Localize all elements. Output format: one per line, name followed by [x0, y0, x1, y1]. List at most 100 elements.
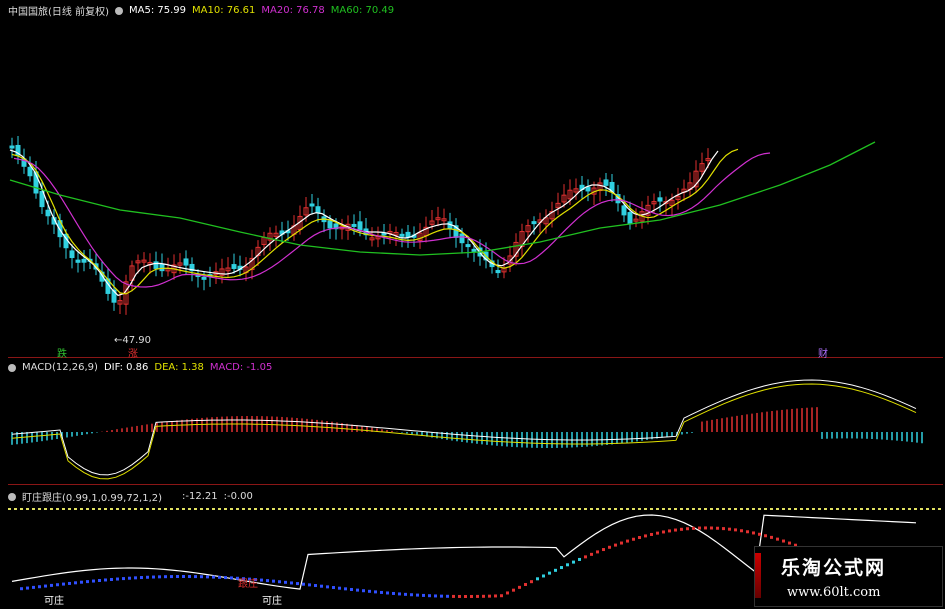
- dingzhuang-dot: [296, 582, 299, 586]
- dingzhuang-dot: [68, 581, 71, 585]
- dingzhuang-dot: [662, 530, 665, 534]
- dingzhuang-dot: [278, 580, 281, 584]
- candle-body: [9, 145, 15, 149]
- dingzhuang-dot: [32, 585, 35, 589]
- dingzhuang-dot: [680, 527, 683, 531]
- dingzhuang-dot: [770, 535, 773, 539]
- dingzhuang-dot: [170, 575, 173, 579]
- dingzhuang-dot: [80, 580, 83, 584]
- dingzhuang-dot: [494, 594, 497, 598]
- dingzhuang-dot: [632, 537, 635, 541]
- dingzhuang-dot: [500, 594, 503, 598]
- dingzhuang-dot: [668, 529, 671, 533]
- dingzhuang-dot: [260, 578, 263, 582]
- candle-body: [153, 261, 159, 269]
- dingzhuang-dot: [212, 575, 215, 579]
- dingzhuang-dot: [434, 594, 437, 598]
- dingzhuang-dot: [776, 537, 779, 541]
- dingzhuang-dot: [602, 548, 605, 552]
- dingzhuang-dot: [50, 583, 53, 587]
- dingzhuang-dot: [722, 527, 725, 531]
- dingzhuang-dot: [692, 526, 695, 530]
- candle-body: [495, 269, 501, 274]
- candle-body: [201, 276, 207, 280]
- dingzhuang-dot: [104, 578, 107, 582]
- candle-body: [27, 166, 33, 177]
- dingzhuang-dot: [110, 577, 113, 581]
- dingzhuang-dot: [56, 583, 59, 587]
- watermark-url: www.60lt.com: [787, 585, 881, 600]
- dingzhuang-dot: [362, 589, 365, 593]
- dingzhuang-dot: [302, 582, 305, 586]
- dingzhuang-dot: [128, 576, 131, 580]
- dingzhuang-dot: [374, 590, 377, 594]
- dingzhuang-dot: [410, 593, 413, 597]
- kezhuang-label-1: 可庄: [44, 596, 64, 607]
- dingzhuang-dot: [284, 580, 287, 584]
- dingzhuang-dot: [440, 594, 443, 598]
- genzhuang-label: 跟庄: [238, 579, 258, 590]
- dingzhuang-dot: [218, 575, 221, 579]
- dingzhuang-dot: [182, 575, 185, 579]
- dingzhuang-dot: [290, 581, 293, 585]
- dingzhuang-dot: [308, 583, 311, 587]
- dingzhuang-dot: [782, 539, 785, 543]
- candle-body: [627, 212, 633, 225]
- candle-body: [315, 206, 321, 214]
- kezhuang-label-2: 可庄: [262, 596, 282, 607]
- dingzhuang-dot: [578, 557, 581, 561]
- dingzhuang-dot: [92, 579, 95, 583]
- dingzhuang-dot: [176, 575, 179, 579]
- dingzhuang-dot: [506, 591, 509, 595]
- dingzhuang-dot: [656, 531, 659, 535]
- zhang-marker: 涨: [128, 349, 138, 360]
- dingzhuang-dot: [716, 526, 719, 530]
- candle-body: [351, 223, 357, 227]
- dingzhuang-dot: [368, 589, 371, 593]
- candle-body: [471, 248, 477, 252]
- dingzhuang-dot: [740, 529, 743, 533]
- dingzhuang-dot: [380, 590, 383, 594]
- candle-body: [69, 250, 75, 259]
- dingzhuang-dot: [560, 566, 563, 570]
- dingzhuang-dot: [398, 592, 401, 596]
- dingzhuang-dot: [188, 575, 191, 579]
- candle-body: [309, 203, 315, 207]
- candle-body: [531, 221, 537, 225]
- dingzhuang-dot: [404, 592, 407, 596]
- dingzhuang-dot: [464, 595, 467, 598]
- candle-body: [231, 264, 237, 269]
- candle-body: [603, 179, 609, 186]
- dingzhuang-dot: [98, 578, 101, 582]
- dingzhuang-dot: [758, 532, 761, 536]
- dingzhuang-dot: [788, 541, 791, 545]
- dingzhuang-dot: [638, 536, 641, 540]
- dingzhuang-dot: [608, 545, 611, 549]
- dingzhuang-dot: [674, 528, 677, 532]
- dingzhuang-dot: [122, 577, 125, 581]
- dingzhuang-dot: [140, 576, 143, 580]
- dingzhuang-dot: [338, 586, 341, 590]
- dingzhuang-dot: [422, 593, 425, 597]
- watermark-title: 乐淘公式网: [781, 557, 887, 579]
- dingzhuang-dot: [206, 575, 209, 579]
- price-chart-svg[interactable]: [0, 0, 945, 609]
- dingzhuang-dot: [542, 574, 545, 578]
- dingzhuang-dot: [512, 588, 515, 592]
- dingzhuang-dot: [482, 594, 485, 598]
- dingzhuang-dot: [710, 526, 713, 530]
- candle-body: [459, 233, 465, 244]
- dingzhuang-dot: [746, 530, 749, 534]
- dingzhuang-dot: [536, 577, 539, 581]
- candle-body: [45, 209, 51, 217]
- dingzhuang-dot: [44, 584, 47, 588]
- dingzhuang-dot: [38, 585, 41, 589]
- candle-body: [657, 197, 663, 202]
- dingzhuang-dot: [314, 584, 317, 588]
- dingzhuang-dot: [428, 594, 431, 598]
- dingzhuang-dot: [554, 568, 557, 572]
- candle-body: [585, 186, 591, 192]
- die-marker: 跌: [57, 349, 67, 360]
- dingzhuang-dot: [644, 534, 647, 538]
- candle-body: [399, 233, 405, 237]
